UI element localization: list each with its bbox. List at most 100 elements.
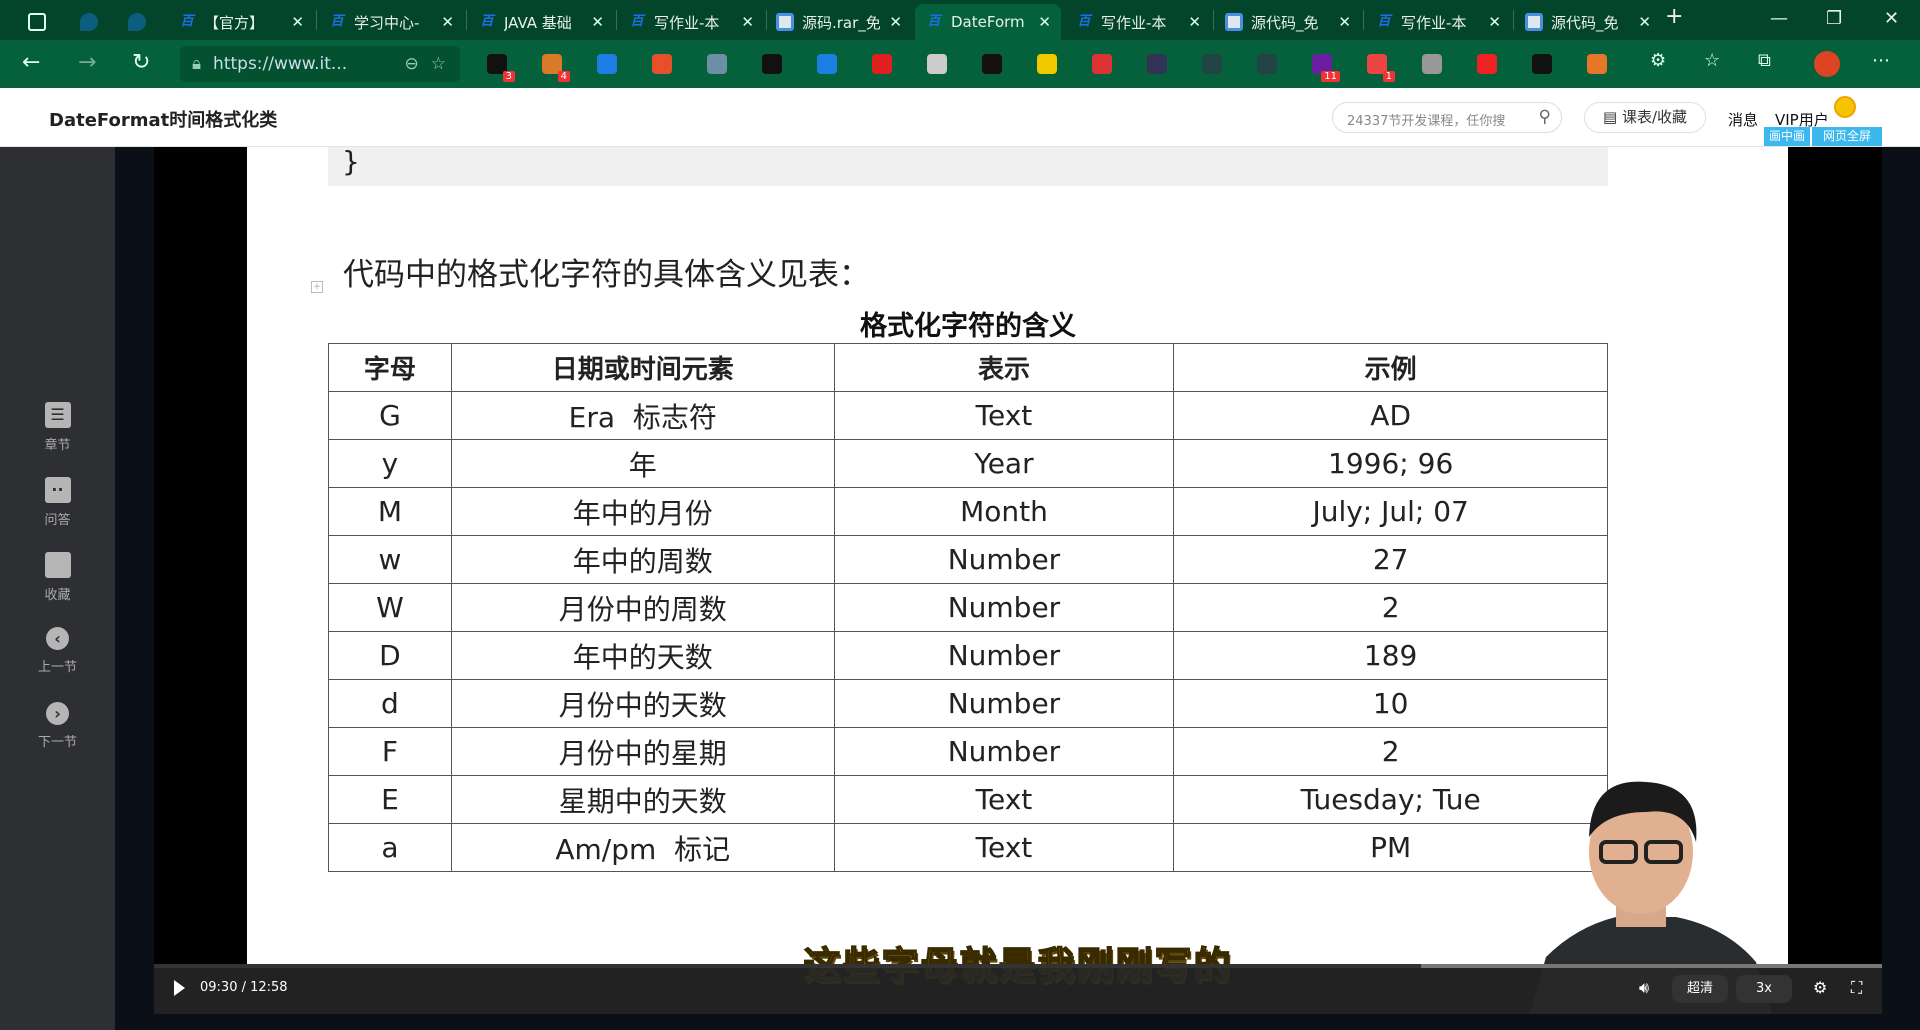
table-header-row: 字母 日期或时间元素 表示 示例 — [328, 343, 1608, 392]
extensions-icon[interactable]: ⚙ — [1650, 50, 1666, 71]
extension-icon[interactable]: 3 — [487, 54, 515, 82]
sidebar-item-next[interactable]: › 下一节 — [0, 702, 115, 750]
table-cell: 年 — [450, 439, 835, 488]
table-row: y 年 Year 1996; 96 — [328, 439, 1608, 488]
close-window-button[interactable]: ✕ — [1884, 8, 1899, 29]
tab[interactable]: 百 JAVA 基础 ✕ — [468, 4, 614, 40]
back-button[interactable]: ← — [22, 50, 40, 75]
sidebar-label: 章节 — [44, 438, 71, 453]
pinned-tab[interactable] — [70, 4, 108, 40]
video-player[interactable]: } + 代码中的格式化字符的具体含义见表： 格式化字符的含义 字母 日期或时间元… — [154, 147, 1882, 1014]
table-cell: 年中的月份 — [450, 487, 835, 536]
chevron-left-icon: ‹ — [46, 627, 69, 650]
tab-close-icon[interactable]: ✕ — [291, 13, 304, 31]
settings-icon[interactable]: ⚙ — [1813, 978, 1827, 997]
pinned-tab[interactable] — [118, 4, 156, 40]
sidebar-item-previous[interactable]: ‹ 上一节 — [0, 627, 115, 675]
tab-close-icon[interactable]: ✕ — [1638, 13, 1651, 31]
extension-icon[interactable] — [1147, 54, 1167, 74]
collections-icon[interactable]: ⧉ — [1758, 50, 1771, 71]
sidebar-item-chapters[interactable]: ☰ 章节 — [0, 402, 115, 453]
table-cell: Number — [833, 583, 1175, 632]
table-cell: 27 — [1173, 535, 1608, 584]
profile-avatar[interactable] — [1814, 51, 1840, 77]
extension-icon[interactable] — [1037, 54, 1057, 74]
extension-icon[interactable] — [597, 54, 617, 74]
favorite-add-icon[interactable]: ☆ — [431, 54, 446, 74]
tab[interactable]: 百写作业-本 ✕ — [1365, 4, 1511, 40]
schedule-favorites-button[interactable]: ▤ 课表/收藏 — [1584, 102, 1706, 133]
table-cell: 月份中的周数 — [450, 583, 835, 632]
forward-button[interactable]: → — [78, 50, 96, 75]
tab-close-icon[interactable]: ✕ — [591, 13, 604, 31]
zoom-icon[interactable]: ⊖ — [405, 54, 419, 74]
tab[interactable]: 百 DateForm ✕ — [915, 4, 1061, 40]
extension-badge: 1 — [1382, 71, 1395, 82]
address-bar[interactable]: 🔒︎ https://www.it... ⊖ ☆ — [180, 46, 460, 82]
sidebar-item-bookmark[interactable]: 收藏 — [0, 552, 115, 603]
tab-close-icon[interactable]: ✕ — [1188, 13, 1201, 31]
table-cell: w — [328, 535, 452, 584]
progress-bar[interactable] — [154, 964, 1882, 968]
play-button[interactable] — [174, 980, 185, 996]
extension-icon[interactable] — [1587, 54, 1607, 74]
sidebar-item-qa[interactable]: ·· 问答 — [0, 477, 115, 528]
search-placeholder: 24337节开发课程，任你搜 — [1347, 114, 1506, 129]
extension-icon[interactable] — [1422, 54, 1442, 74]
extension-icon[interactable]: 4 — [542, 54, 570, 82]
fullscreen-icon[interactable]: ⛶ — [1851, 978, 1862, 998]
tab[interactable]: 百学习中心- ✕ — [318, 4, 464, 40]
volume-icon[interactable]: 🔊︎ — [1639, 978, 1649, 998]
extension-icon[interactable] — [707, 54, 727, 74]
reload-button[interactable]: ↻ — [132, 50, 150, 75]
quality-button[interactable]: 超清 — [1672, 975, 1728, 1003]
search-input[interactable]: 24337节开发课程，任你搜 ⚲ — [1332, 102, 1562, 133]
column-header: 示例 — [1173, 343, 1608, 392]
tab-close-icon[interactable]: ✕ — [441, 13, 454, 31]
tab-close-icon[interactable]: ✕ — [1488, 13, 1501, 31]
browser-toolbar: ← → ↻ 🔒︎ https://www.it... ⊖ ☆ 3 4 11 1 ⚙ ☆ ⧉ ⋯ — [0, 40, 1920, 88]
list-icon: ▤ — [1602, 108, 1622, 126]
messages-link[interactable]: 消息 — [1728, 109, 1758, 130]
tab[interactable]: 百写作业-本 ✕ — [1065, 4, 1211, 40]
extension-icon[interactable] — [817, 54, 837, 74]
new-tab-button[interactable]: + — [1665, 4, 1683, 29]
extension-icon[interactable]: 11 — [1312, 54, 1340, 82]
web-fullscreen-button[interactable]: 网页全屏 — [1812, 127, 1882, 146]
table-cell: 月份中的星期 — [450, 727, 835, 776]
tab-close-icon[interactable]: ✕ — [889, 13, 902, 31]
extension-icon[interactable] — [1532, 54, 1552, 74]
speed-button[interactable]: 3x — [1736, 975, 1792, 1003]
extension-icon[interactable]: 1 — [1367, 54, 1395, 82]
progress-fill — [154, 964, 1421, 968]
minimize-button[interactable]: — — [1770, 8, 1788, 29]
table-row: D 年中的天数 Number 189 — [328, 631, 1608, 680]
table-anchor-icon: + — [311, 281, 323, 293]
extension-icon[interactable] — [982, 54, 1002, 74]
tab[interactable]: 百写作业-本 ✕ — [618, 4, 764, 40]
tab-close-icon[interactable]: ✕ — [741, 13, 754, 31]
tab[interactable]: 源代码_免 ✕ — [1215, 4, 1361, 40]
tab[interactable]: 源码.rar_免 ✕ — [766, 4, 912, 40]
extension-icon[interactable] — [1092, 54, 1112, 74]
extension-icon[interactable] — [1257, 54, 1277, 74]
pip-button[interactable]: 画中画 — [1764, 127, 1810, 146]
table-cell: Year — [833, 439, 1175, 488]
extension-icon[interactable] — [1477, 54, 1497, 74]
time-display: 09:30 / 12:58 — [200, 980, 288, 995]
more-icon[interactable]: ⋯ — [1872, 50, 1890, 71]
favorites-icon[interactable]: ☆ — [1704, 50, 1720, 71]
table-cell: 月份中的天数 — [450, 679, 835, 728]
extension-icon[interactable] — [927, 54, 947, 74]
tab-close-icon[interactable]: ✕ — [1038, 13, 1051, 31]
tab-actions-button[interactable] — [18, 4, 56, 40]
tab-close-icon[interactable]: ✕ — [1338, 13, 1351, 31]
extension-icon[interactable] — [762, 54, 782, 74]
search-icon[interactable]: ⚲ — [1539, 107, 1551, 127]
tab[interactable]: 百【官方】 ✕ — [168, 4, 314, 40]
extension-icon[interactable] — [872, 54, 892, 74]
extension-icon[interactable] — [1202, 54, 1222, 74]
extension-icon[interactable] — [652, 54, 672, 74]
tab[interactable]: 源代码_免 ✕ — [1515, 4, 1661, 40]
restore-button[interactable]: ❐ — [1826, 8, 1842, 29]
